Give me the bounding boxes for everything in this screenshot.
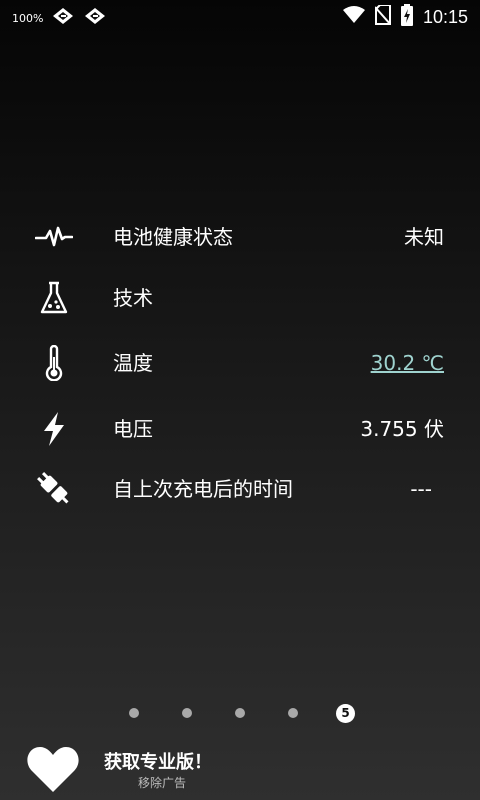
time-since-last-charge-row[interactable]: 自上次充电后的时间 --- [0, 462, 480, 516]
page-dot-3[interactable] [235, 708, 245, 718]
temperature-label: 温度 [113, 351, 153, 375]
status-bar-right: 10:15 [342, 4, 468, 30]
wifi-icon [342, 6, 365, 28]
voltage-label: 电压 [113, 417, 153, 441]
battery-health-row[interactable]: 电池健康状态 未知 [0, 210, 480, 264]
page-dot-current[interactable]: 5 [336, 704, 355, 723]
battery-percent-label: 100% [12, 11, 44, 25]
heart-icon [26, 744, 80, 796]
status-bar: 100% 10:15 [0, 0, 480, 32]
clock: 10:15 [422, 6, 468, 27]
time-since-last-charge-label: 自上次充电后的时间 [113, 477, 293, 501]
battery-charging-icon [400, 4, 413, 30]
remove-ads-subtitle: 移除广告 [138, 776, 187, 790]
flask-icon [34, 271, 74, 325]
voltage-row[interactable]: 电压 3.755 伏 [0, 402, 480, 456]
page-dot-2[interactable] [182, 708, 192, 718]
no-sim-icon [374, 4, 392, 29]
temperature-value-link[interactable]: 30.2 ℃ [371, 336, 444, 390]
status-bar-left: 100% [12, 6, 107, 30]
page-dot-4[interactable] [288, 708, 298, 718]
battery-health-label: 电池健康状态 [113, 225, 233, 249]
voltage-value: 3.755 伏 [360, 417, 444, 441]
technology-row[interactable]: 技术 [0, 271, 480, 325]
get-pro-banner[interactable]: 获取专业版！ 移除广告 [0, 740, 480, 800]
get-pro-title[interactable]: 获取专业版！ [104, 748, 212, 774]
temperature-row[interactable]: 温度 30.2 ℃ [0, 336, 480, 390]
page-indicator: 5 [0, 702, 480, 726]
notification-icon [51, 6, 75, 30]
lightning-icon [34, 402, 74, 456]
time-since-last-charge-value: --- [410, 477, 432, 501]
notification-icon [83, 6, 107, 30]
thermometer-icon [34, 336, 74, 390]
page-dot-1[interactable] [129, 708, 139, 718]
plug-icon [34, 462, 74, 516]
battery-health-value: 未知 [404, 225, 444, 249]
heartbeat-icon [34, 210, 74, 264]
technology-label: 技术 [113, 286, 153, 310]
